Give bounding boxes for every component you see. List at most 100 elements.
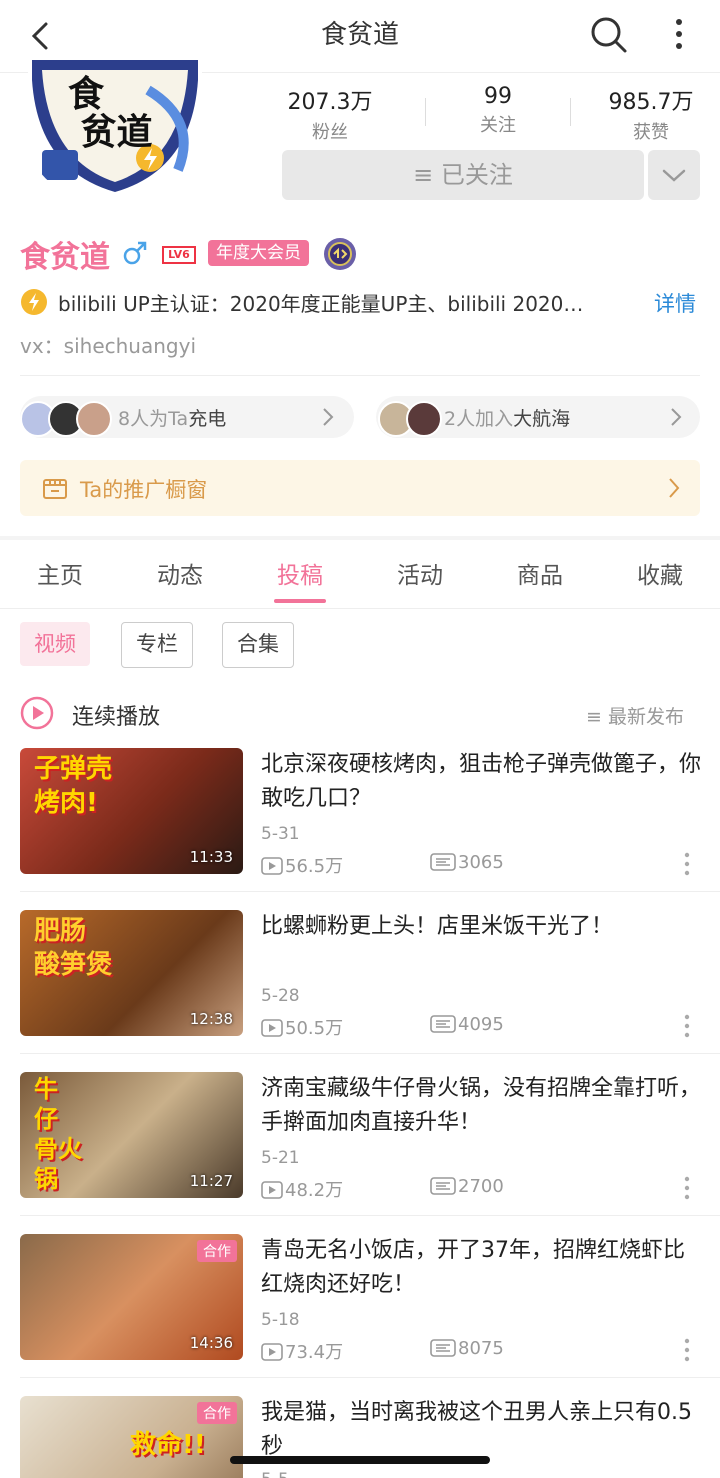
play-circle-icon[interactable] <box>20 696 54 730</box>
video-title[interactable]: 青岛无名小饭店，开了37年，招牌红烧虾比红烧肉还好吃！ <box>261 1234 701 1302</box>
crew-label: 大航海 <box>513 408 571 430</box>
danmaku-count: 2700 <box>430 1176 504 1197</box>
thumbnail-caption: 牛仔骨火锅 <box>34 1075 82 1193</box>
avatar-logo-text: 食 贫道 <box>68 74 153 153</box>
danmaku-count: 3065 <box>430 852 504 873</box>
play-count-value: 73.4万 <box>285 1342 344 1363</box>
chevron-right-icon <box>323 408 334 426</box>
promo-window[interactable]: Ta的推广橱窗 <box>20 460 700 516</box>
likes-label: 获赞 <box>633 122 669 143</box>
page-title: 食贫道 <box>320 20 399 50</box>
charge-label: 充电 <box>188 408 227 430</box>
video-title[interactable]: 北京深夜硬核烤肉，狙击枪子弹壳做篦子，你敢吃几口？ <box>261 748 701 816</box>
video-item[interactable]: 子弹壳 烤肉! 11:33 北京深夜硬核烤肉，狙击枪子弹壳做篦子，你敢吃几口？ 5… <box>0 748 720 910</box>
chevron-down-icon <box>662 169 686 182</box>
male-icon <box>123 241 147 265</box>
autoplay-label[interactable]: 连续播放 <box>72 699 160 731</box>
supporter-avatar <box>76 401 112 437</box>
divider <box>425 98 426 126</box>
video-duration: 11:27 <box>189 1172 233 1190</box>
user-name: 食贫道 <box>20 240 110 275</box>
play-count: 48.2万 <box>261 1176 343 1202</box>
divider <box>20 375 700 376</box>
medal-icon[interactable] <box>322 236 358 272</box>
section-divider <box>0 536 720 540</box>
charge-pill[interactable]: 8人为Ta充电 <box>20 396 354 438</box>
play-count: 73.4万 <box>261 1338 343 1364</box>
video-item[interactable]: 牛仔骨火锅 11:27 济南宝藏级牛仔骨火锅，没有招牌全靠打听，手擀面加肉直接升… <box>0 1072 720 1234</box>
play-count-value: 56.5万 <box>285 856 344 877</box>
tab-goods[interactable]: 商品 <box>500 556 580 590</box>
more-vertical-icon[interactable] <box>664 14 694 54</box>
fans-stat[interactable]: 207.3万 粉丝 <box>270 84 390 144</box>
home-indicator <box>230 1456 490 1464</box>
crew-avatar <box>406 401 442 437</box>
following-stat[interactable]: 99 关注 <box>438 84 558 137</box>
video-title[interactable]: 我是猫，当时离我被这个丑男人亲上只有0.5秒 <box>261 1396 701 1464</box>
filter-column[interactable]: 专栏 <box>121 622 193 668</box>
tab-uploads[interactable]: 投稿 <box>260 556 340 590</box>
tab-favorites[interactable]: 收藏 <box>620 556 700 590</box>
video-duration: 14:36 <box>189 1334 233 1352</box>
video-item[interactable]: 肥肠 酸笋煲 12:38 比螺蛳粉更上头！店里米饭干光了！ 5-28 50.5万 … <box>0 910 720 1072</box>
followed-button[interactable]: ≡ 已关注 <box>282 150 644 200</box>
crew-count: 2人加入 <box>444 408 514 430</box>
likes-stat: 985.7万 获赞 <box>591 84 711 144</box>
charge-text: 8人为Ta充电 <box>118 404 226 431</box>
video-thumbnail[interactable]: 合作 14:36 <box>20 1234 243 1360</box>
divider <box>20 1053 720 1054</box>
danmaku-count: 4095 <box>430 1014 504 1035</box>
details-link[interactable]: 详情 <box>654 288 696 318</box>
play-count: 56.5万 <box>261 852 343 878</box>
video-title[interactable]: 济南宝藏级牛仔骨火锅，没有招牌全靠打听，手擀面加肉直接升华！ <box>261 1072 701 1140</box>
video-title[interactable]: 比螺蛳粉更上头！店里米饭干光了！ <box>261 910 701 944</box>
video-item[interactable]: 合作 14:36 青岛无名小饭店，开了37年，招牌红烧虾比红烧肉还好吃！ 5-1… <box>0 1234 720 1396</box>
more-vertical-icon[interactable] <box>684 1014 690 1038</box>
play-count-icon <box>261 1019 283 1037</box>
fans-count: 207.3万 <box>287 90 373 115</box>
tab-dynamic[interactable]: 动态 <box>140 556 220 590</box>
likes-count: 985.7万 <box>608 90 694 115</box>
divider <box>570 98 571 126</box>
video-thumbnail[interactable]: 子弹壳 烤肉! 11:33 <box>20 748 243 874</box>
follow-dropdown-button[interactable] <box>648 150 700 200</box>
bio-text: vx：sihechuangyi <box>20 334 196 358</box>
filter-video[interactable]: 视频 <box>20 622 90 666</box>
collab-tag: 合作 <box>197 1402 237 1424</box>
more-vertical-icon[interactable] <box>684 852 690 876</box>
more-vertical-icon[interactable] <box>684 1176 690 1200</box>
lightning-cert-icon <box>21 289 47 315</box>
tab-home[interactable]: 主页 <box>20 556 100 590</box>
video-duration: 11:33 <box>189 848 233 866</box>
following-count: 99 <box>484 84 512 109</box>
collab-tag: 合作 <box>197 1240 237 1262</box>
tab-activity[interactable]: 活动 <box>380 556 460 590</box>
charge-count: 8人为Ta <box>118 408 189 430</box>
crew-pill[interactable]: 2人加入大航海 <box>376 396 700 438</box>
danmaku-count-value: 3065 <box>458 852 504 873</box>
filter-collection[interactable]: 合集 <box>222 622 294 668</box>
promo-window-label: Ta的推广橱窗 <box>80 478 208 502</box>
level-badge: LV6 <box>162 246 196 264</box>
danmaku-icon <box>430 1177 456 1195</box>
certification-text: bilibili UP主认证：2020年度正能量UP主、bilibili 202… <box>58 292 584 316</box>
search-icon[interactable] <box>588 14 628 54</box>
video-thumbnail[interactable]: 合作 救命!! <box>20 1396 243 1478</box>
video-item[interactable]: 合作 救命!! 我是猫，当时离我被这个丑男人亲上只有0.5秒 5-5 <box>0 1396 720 1478</box>
avatar[interactable]: 食 贫道 <box>28 60 202 196</box>
video-thumbnail[interactable]: 牛仔骨火锅 11:27 <box>20 1072 243 1198</box>
following-label: 关注 <box>480 115 516 136</box>
divider <box>20 891 720 892</box>
thumbnail-caption: 子弹壳 烤肉! <box>34 754 113 818</box>
danmaku-icon <box>430 853 456 871</box>
video-date: 5-21 <box>261 1148 300 1168</box>
divider <box>20 1215 720 1216</box>
sort-latest[interactable]: ≡ 最新发布 <box>586 702 684 729</box>
play-count: 50.5万 <box>261 1014 343 1040</box>
back-arrow-icon[interactable] <box>20 16 60 56</box>
video-thumbnail[interactable]: 肥肠 酸笋煲 12:38 <box>20 910 243 1036</box>
video-date: 5-28 <box>261 986 300 1006</box>
more-vertical-icon[interactable] <box>684 1338 690 1362</box>
video-duration: 12:38 <box>189 1010 233 1028</box>
vip-badge[interactable]: 年度大会员 <box>208 240 309 266</box>
